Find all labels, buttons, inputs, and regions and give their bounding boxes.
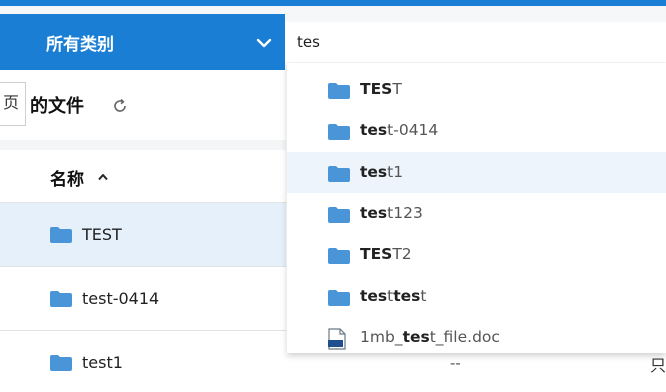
folder-icon: [328, 166, 350, 182]
suggestion-item[interactable]: TEST2: [287, 234, 666, 275]
folder-icon: [328, 290, 350, 306]
search-suggestions-dropdown: TEST test-0414 test1 test123 TEST2 testtest 1m…: [287, 63, 666, 353]
folder-icon: [328, 83, 350, 99]
folder-icon: [50, 291, 72, 307]
suggestion-prefix: 1mb_: [360, 328, 403, 346]
suggestion-match: tes: [360, 287, 388, 305]
doc-file-icon: [328, 328, 346, 350]
category-label: 所有类别: [46, 35, 114, 55]
suggestion-rest: t: [420, 287, 427, 305]
sort-ascending-icon[interactable]: [97, 172, 109, 182]
suggestion-item[interactable]: TEST: [287, 69, 666, 110]
file-row[interactable]: test-0414: [0, 266, 286, 330]
file-name: TEST: [82, 225, 122, 244]
suggestion-match: tes: [360, 121, 388, 139]
suggestion-rest: t1: [387, 163, 404, 181]
file-row[interactable]: TEST: [0, 202, 286, 266]
suggestion-match: tes: [393, 287, 421, 305]
column-header: [0, 150, 286, 202]
refresh-icon[interactable]: [111, 97, 129, 115]
suggestion-label: TEST2: [360, 245, 412, 263]
suggestion-item[interactable]: test123: [287, 193, 666, 234]
suggestion-match: TES: [360, 80, 393, 98]
top-accent-line: [0, 0, 666, 6]
suggestion-rest: T2: [392, 245, 412, 263]
file-name: test1: [82, 353, 123, 372]
name-column-header[interactable]: 名称: [50, 165, 84, 190]
page-tab[interactable]: 页: [0, 82, 26, 126]
suggestion-match: TES: [360, 245, 393, 263]
suggestion-label: 1mb_test_file.doc: [360, 328, 500, 346]
section-title: 的文件: [30, 96, 84, 117]
suggestion-item[interactable]: test-0414: [287, 110, 666, 151]
suggestion-item[interactable]: test1: [287, 152, 666, 193]
suggestion-label: test1: [360, 163, 403, 181]
bottom-dash: --: [450, 354, 461, 372]
suggestion-label: testtest: [360, 287, 426, 305]
suggestion-match: tes: [402, 328, 430, 346]
column-band: [0, 140, 286, 150]
folder-icon: [328, 207, 350, 223]
suggestion-rest: t_file.doc: [429, 328, 500, 346]
suggestion-rest: T: [392, 80, 402, 98]
chevron-down-icon: [256, 38, 272, 48]
suggestion-item[interactable]: 1mb_test_file.doc: [287, 317, 666, 353]
folder-icon: [50, 355, 72, 371]
folder-icon: [328, 124, 350, 140]
suggestion-match: tes: [360, 163, 388, 181]
file-name: test-0414: [82, 289, 160, 308]
file-row[interactable]: test1: [0, 330, 286, 392]
suggestion-label: test-0414: [360, 121, 438, 139]
search-input[interactable]: [285, 22, 666, 62]
folder-icon: [328, 248, 350, 264]
suggestion-label: TEST: [360, 80, 402, 98]
suggestion-item[interactable]: testtest: [287, 276, 666, 317]
suggestion-label: test123: [360, 204, 423, 222]
folder-icon: [50, 227, 72, 243]
bottom-glyph: 只: [650, 356, 666, 375]
suggestion-match: tes: [360, 204, 388, 222]
suggestion-rest: t123: [387, 204, 423, 222]
category-dropdown[interactable]: 所有类别: [0, 14, 285, 70]
suggestion-rest: t-0414: [387, 121, 439, 139]
